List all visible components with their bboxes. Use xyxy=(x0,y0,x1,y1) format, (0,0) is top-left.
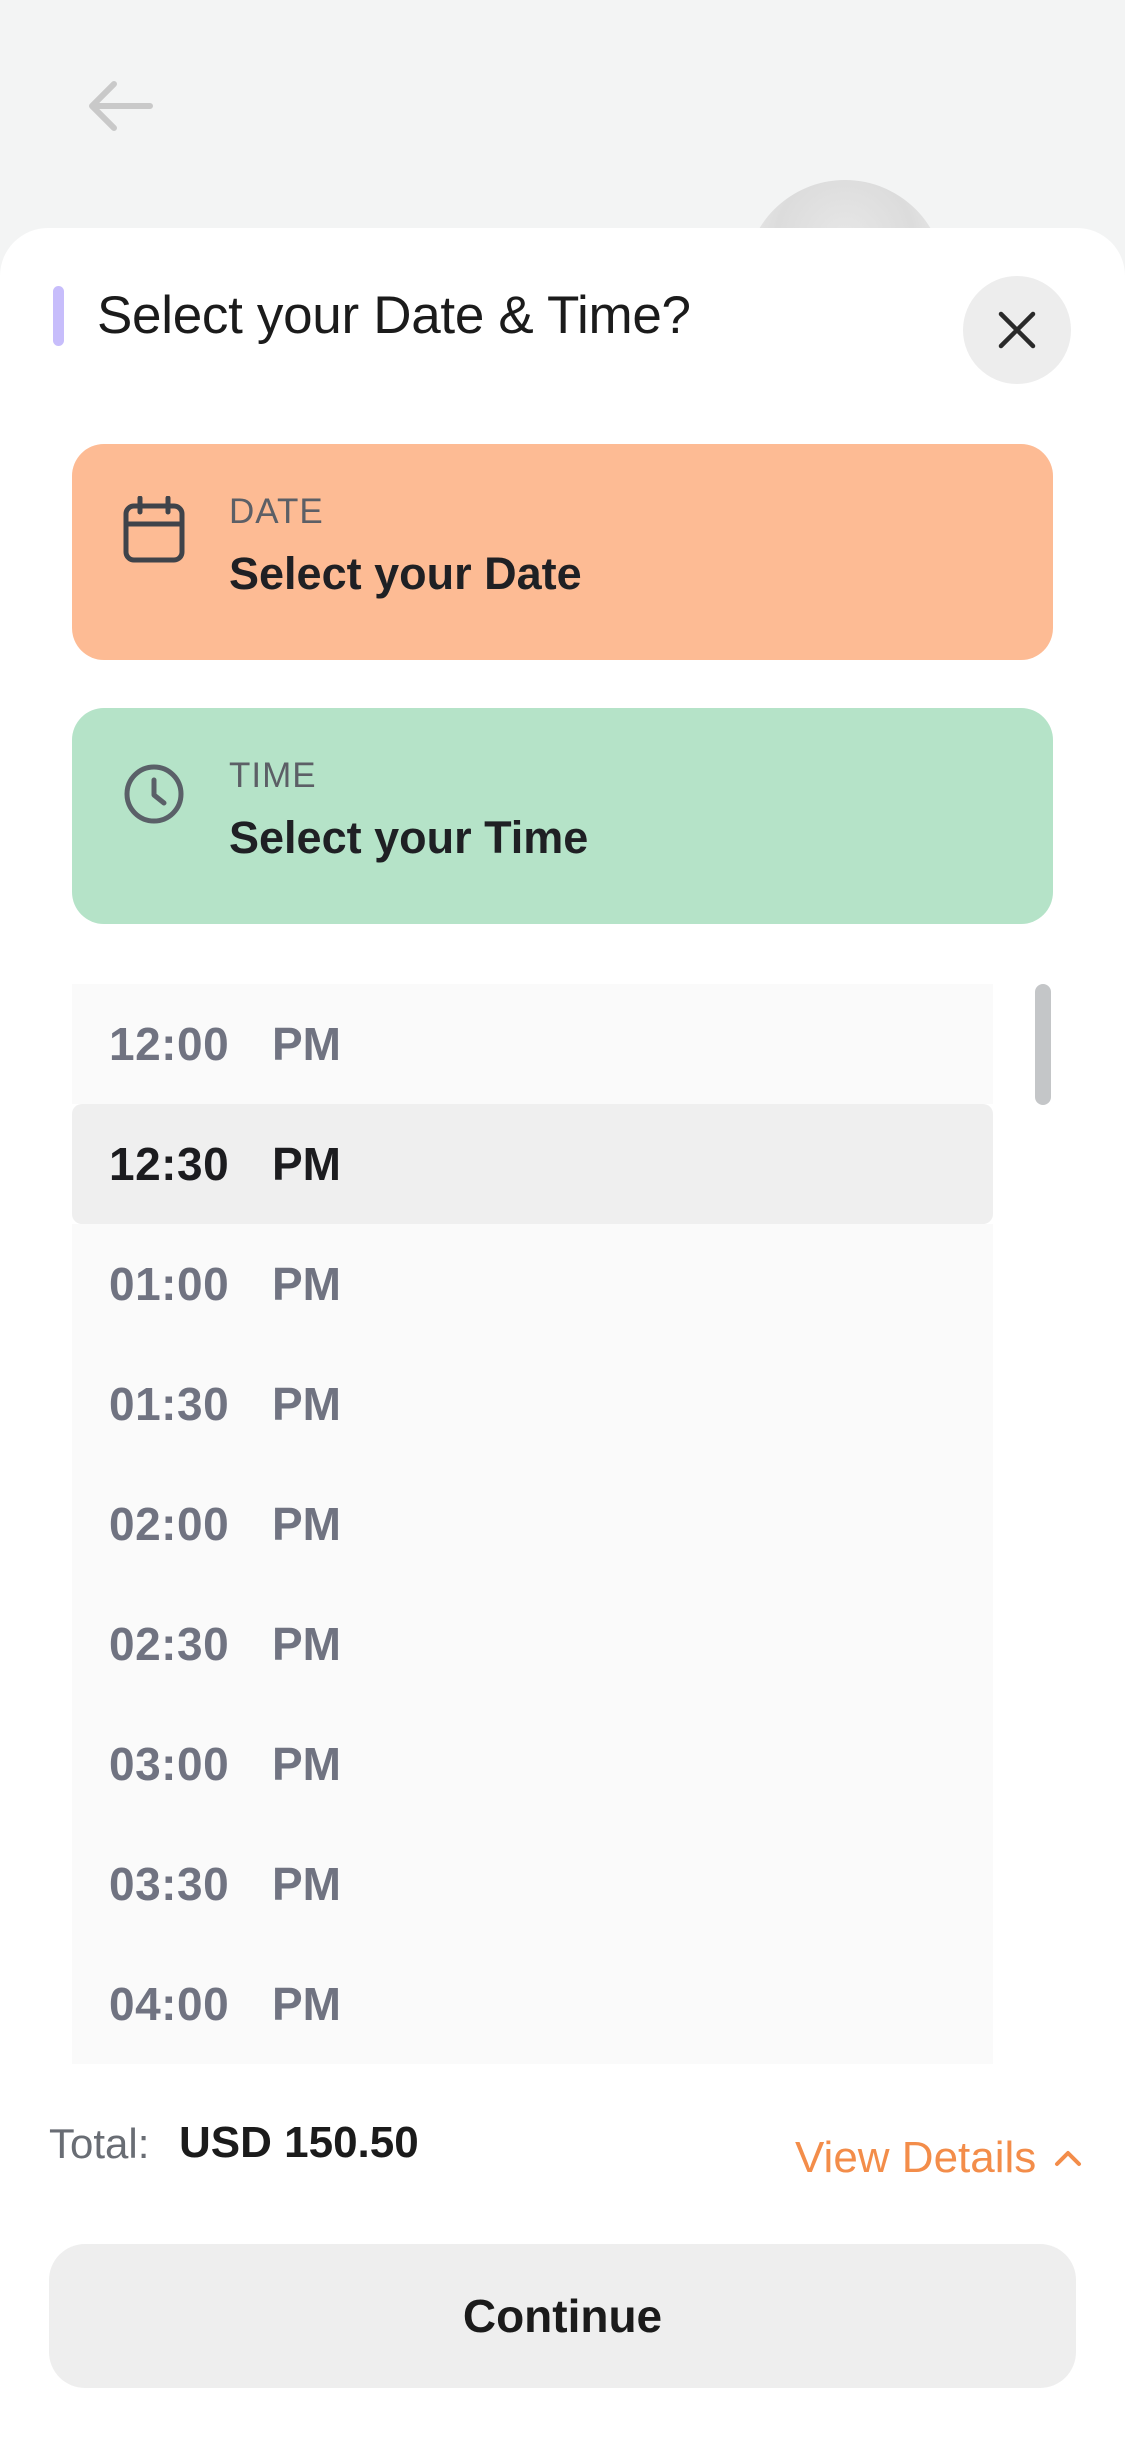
date-selector-card[interactable]: DATE Select your Date xyxy=(72,444,1053,660)
time-slot-time: 01:30 xyxy=(109,1378,230,1430)
time-slot-period: PM xyxy=(272,1258,341,1310)
time-slot-period: PM xyxy=(272,1378,341,1430)
continue-button[interactable]: Continue xyxy=(49,2244,1076,2388)
time-slot-selected[interactable]: 12:30 PM xyxy=(72,1104,993,1224)
time-slot-time: 03:00 xyxy=(109,1738,230,1790)
time-slot-time: 12:30 xyxy=(109,1138,230,1190)
title-accent-bar xyxy=(53,286,64,346)
time-slot-time: 04:00 xyxy=(109,1978,230,2030)
total-value: USD 150.50 xyxy=(179,2118,419,2167)
close-icon xyxy=(998,311,1036,349)
time-slot-period: PM xyxy=(272,1978,341,2030)
time-slot[interactable]: 12:00 PM xyxy=(72,984,993,1104)
time-slot[interactable]: 02:30 PM xyxy=(72,1584,993,1704)
clock-icon xyxy=(124,764,184,824)
scrollbar-thumb[interactable] xyxy=(1035,984,1051,1105)
time-slot-list[interactable]: 12:00 PM 12:30 PM 01:00 PM 01:30 PM 02:0… xyxy=(72,984,993,2064)
time-slot[interactable]: 03:30 PM xyxy=(72,1824,993,1944)
date-value: Select your Date xyxy=(229,548,582,599)
close-button[interactable] xyxy=(963,276,1071,384)
time-slot[interactable]: 03:00 PM xyxy=(72,1704,993,1824)
view-details-label: View Details xyxy=(795,2133,1037,2182)
back-button[interactable] xyxy=(84,78,156,134)
view-details-link[interactable]: View Details xyxy=(795,2133,1082,2183)
time-slot[interactable]: 04:00 PM xyxy=(72,1944,993,2064)
time-slot[interactable]: 02:00 PM xyxy=(72,1464,993,1584)
calendar-icon xyxy=(123,496,185,563)
scrollbar-track[interactable] xyxy=(1035,984,1051,2064)
page: Select your Date & Time? DATE Select you… xyxy=(0,0,1125,2437)
time-slot-period: PM xyxy=(272,1858,341,1910)
arrow-left-icon xyxy=(89,81,153,131)
time-slot-time: 02:30 xyxy=(109,1618,230,1670)
time-slot-time: 01:00 xyxy=(109,1258,230,1310)
sheet-title: Select your Date & Time? xyxy=(97,286,691,345)
chevron-up-icon xyxy=(1055,2151,1082,2166)
time-selector-card[interactable]: TIME Select your Time xyxy=(72,708,1053,924)
time-slot-time: 12:00 xyxy=(109,1018,230,1070)
time-slot[interactable]: 01:00 PM xyxy=(72,1224,993,1344)
time-value: Select your Time xyxy=(229,812,589,863)
time-slot-period: PM xyxy=(272,1018,341,1070)
time-slot[interactable]: 01:30 PM xyxy=(72,1344,993,1464)
time-slot-period: PM xyxy=(272,1138,341,1190)
time-slot-time: 02:00 xyxy=(109,1498,230,1550)
time-slot-time: 03:30 xyxy=(109,1858,230,1910)
time-label: TIME xyxy=(229,756,317,795)
time-slot-period: PM xyxy=(272,1738,341,1790)
time-slot-period: PM xyxy=(272,1618,341,1670)
time-slot-period: PM xyxy=(272,1498,341,1550)
total-label: Total: xyxy=(49,2120,150,2167)
date-label: DATE xyxy=(229,492,324,531)
